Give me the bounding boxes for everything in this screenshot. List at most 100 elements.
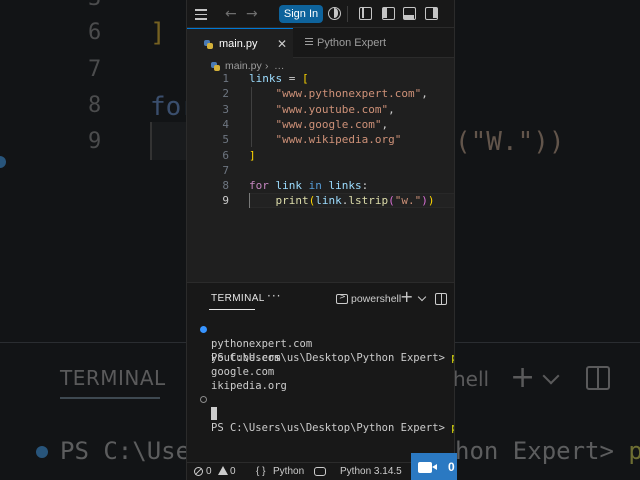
code-text: "www.wikipedia.org" (249, 132, 402, 147)
bg-tail-code: ("W.")) (455, 127, 565, 157)
code-token: ( (388, 194, 395, 208)
split-terminal-icon[interactable] (435, 293, 447, 305)
code-token: "www.pythonexpert.com" (275, 87, 422, 101)
code-token: "www.google.com" (275, 117, 382, 131)
tab-terminal-underline (209, 309, 255, 310)
forward-arrow-icon[interactable]: → (246, 6, 258, 22)
code-token: link (275, 179, 303, 193)
code-line[interactable]: 1 links = [ (187, 71, 454, 86)
code-token: ) (421, 194, 428, 208)
code-line[interactable]: 8 for link in links: (187, 178, 454, 193)
python-interpreter[interactable]: Python 3.14.5 (340, 463, 402, 480)
code-token: links (249, 72, 283, 85)
tab-python-expert[interactable]: Python Expert (295, 28, 415, 58)
code-line[interactable]: 4 "www.google.com", (187, 117, 454, 132)
code-token: , (388, 102, 395, 116)
bg-line-number: 9 (88, 129, 102, 154)
command: py (451, 422, 454, 434)
terminal-line: PS C:\Users\us\Desktop\Python Expert> py (187, 323, 454, 364)
toggle-secondary-sidebar-icon[interactable] (425, 7, 438, 20)
vscode-window: ← → Sign In main.py ✕ Python Expert main… (186, 0, 455, 480)
code-line[interactable]: 3 "www.youtube.com", (187, 102, 454, 117)
code-text: ] (249, 148, 256, 163)
code-token: , (381, 117, 389, 131)
tab-label: Python Expert (317, 37, 387, 49)
editor-tabs: main.py ✕ Python Expert (187, 28, 454, 58)
bg-chevron-down-icon (542, 367, 560, 385)
code-token: link (315, 194, 342, 208)
bg-plus-icon: + (510, 360, 536, 395)
bg-prompt-right-cmd: py (628, 437, 640, 465)
bg-terminal-label: TERMINAL (60, 366, 166, 390)
new-terminal-icon[interactable]: + (400, 287, 413, 306)
bg-prompt-left: PS C:\Use (60, 437, 191, 465)
terminal-panel: TERMINAL ··· powershell + PS C:\Users\us… (187, 282, 454, 462)
code-line[interactable]: 5 "www.wikipedia.org" (187, 132, 454, 147)
bg-prompt-dot (36, 446, 48, 458)
bg-prompt-right-text: hon Expert> (455, 437, 629, 465)
error-count[interactable]: 0 (206, 463, 212, 480)
recording-overlay: 0 (411, 453, 457, 480)
code-token: "www.wikipedia.org" (275, 133, 402, 147)
code-text: for link in links: (249, 178, 368, 193)
line-number: 8 (222, 179, 229, 193)
line-number: 6 (222, 148, 229, 162)
close-icon[interactable]: ✕ (277, 29, 287, 59)
prompt: PS C:\Users\us\Desktop\Python Expert> (211, 422, 452, 434)
shell-name[interactable]: powershell (351, 293, 401, 305)
bg-prompt-right: hon Expert> py (455, 437, 640, 465)
chevron-down-icon[interactable] (417, 292, 427, 302)
warning-count[interactable]: 0 (230, 463, 236, 480)
output-line: pythonexpert.com (211, 338, 313, 350)
line-number: 3 (222, 102, 229, 116)
code-token: ) (427, 194, 435, 208)
bg-line-number: 7 (88, 57, 102, 82)
tab-terminal[interactable]: TERMINAL (211, 293, 265, 304)
customize-layout-icon[interactable] (359, 7, 372, 20)
language-braces-icon[interactable]: { } (256, 463, 265, 480)
warning-icon[interactable] (218, 466, 228, 475)
bg-current-line (150, 122, 186, 160)
code-token: in (308, 179, 322, 193)
menu-icon[interactable] (195, 6, 207, 22)
toggle-panel-icon[interactable] (403, 7, 416, 20)
title-bar: ← → Sign In (187, 0, 454, 28)
code-token: print (275, 194, 309, 208)
back-arrow-icon[interactable]: ← (225, 6, 237, 22)
code-token: , (421, 87, 428, 101)
python-file-icon (211, 62, 220, 71)
bg-line-number: 3 (88, 0, 101, 11)
terminal-cursor[interactable] (211, 407, 217, 420)
code-token: "www.youtube.com" (275, 102, 389, 116)
line-number: 2 (222, 87, 229, 101)
code-line[interactable]: 7 (187, 163, 454, 178)
more-icon[interactable]: ··· (267, 289, 281, 303)
toggle-sidebar-icon[interactable] (382, 7, 395, 20)
recording-value: 0 (448, 460, 455, 474)
bg-line-number: 8 (88, 93, 102, 118)
sign-in-button[interactable]: Sign In (279, 5, 323, 23)
tab-main-py[interactable]: main.py ✕ (187, 28, 293, 58)
code-text: "www.pythonexpert.com", (249, 86, 428, 101)
code-token: [ (302, 72, 309, 85)
error-icon[interactable] (194, 467, 203, 476)
bg-dot (0, 156, 6, 168)
output-line: youtube.com (211, 352, 281, 364)
document-icon (305, 38, 313, 48)
copilot-status-icon[interactable] (314, 467, 326, 476)
code-editor[interactable]: 1 links = [2 "www.pythonexpert.com", 3 "ww… (187, 71, 454, 282)
code-line[interactable]: 2 "www.pythonexpert.com", (187, 86, 454, 101)
code-text: "www.google.com", (249, 117, 389, 132)
divider (347, 6, 348, 22)
bg-bracket: ] (150, 18, 166, 48)
copilot-icon[interactable] (328, 7, 341, 20)
code-line[interactable]: 6] (187, 148, 454, 163)
line-number: 4 (222, 117, 229, 131)
language-mode[interactable]: Python (273, 463, 304, 480)
command: py (451, 352, 454, 364)
code-line[interactable]: 9 print(link.lstrip("w.")) (187, 193, 454, 209)
